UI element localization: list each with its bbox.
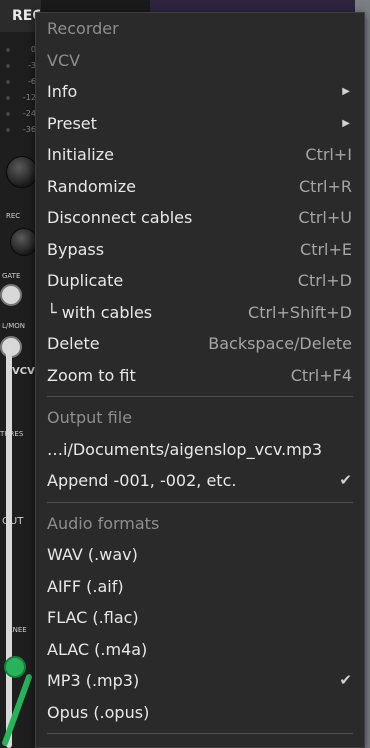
gate-label: GATE: [2, 272, 21, 280]
menu-item-zoom-to-fit[interactable]: Zoom to fit Ctrl+F4: [36, 360, 364, 392]
menu-item-label: Zoom to fit: [47, 365, 136, 385]
rec-label: REC: [6, 212, 21, 220]
vu-meter: 0 -3 -6 -12 -24 -36: [6, 42, 36, 138]
menu-item-label: WAV (.wav): [47, 545, 138, 564]
menu-item-duplicate[interactable]: Duplicate Ctrl+D: [36, 265, 364, 297]
menu-item-label: Disconnect cables: [47, 208, 193, 227]
audio-formats-header: Audio formats: [47, 513, 160, 533]
menu-item-bypass[interactable]: Bypass Ctrl+E: [36, 234, 364, 266]
menu-item-shortcut: Ctrl+F4: [290, 365, 352, 385]
menu-item-delete[interactable]: Delete Backspace/Delete: [36, 328, 364, 360]
output-path-label: …i/Documents/aigenslop_vcv.mp3: [47, 439, 323, 459]
menu-item-label: MP3 (.mp3): [47, 671, 140, 690]
menu-item-label: Preset: [47, 113, 97, 133]
menu-item-format-flac[interactable]: FLAC (.flac): [36, 602, 364, 634]
menu-item-shortcut: Ctrl+D: [297, 271, 352, 290]
output-jack[interactable]: [4, 656, 26, 678]
level-knob[interactable]: [6, 156, 38, 188]
module-title: REC: [0, 0, 40, 32]
menu-item-shortcut: Ctrl+Shift+D: [248, 302, 352, 322]
menu-item-output-path[interactable]: …i/Documents/aigenslop_vcv.mp3: [36, 434, 364, 466]
menu-item-label: Duplicate: [47, 271, 124, 290]
submenu-arrow-icon: ▶: [342, 117, 350, 129]
menu-item-initialize[interactable]: Initialize Ctrl+I: [36, 139, 364, 171]
menu-item-label: └ with cables: [47, 302, 153, 322]
menu-item-shortcut: Ctrl+E: [300, 239, 352, 259]
menu-item-preset[interactable]: Preset ▶: [36, 108, 364, 140]
menu-item-label: FLAC (.flac): [47, 608, 139, 627]
menu-item-label: Randomize: [47, 176, 136, 196]
menu-item-label: Opus (.opus): [47, 702, 150, 722]
checkmark-icon: ✔: [339, 471, 352, 489]
menu-item-format-alac[interactable]: ALAC (.m4a): [36, 634, 364, 666]
menu-item-format-opus[interactable]: Opus (.opus): [36, 697, 364, 729]
menu-separator: [47, 733, 353, 734]
menu-item-label: ALAC (.m4a): [47, 639, 148, 659]
checkmark-icon: ✔: [339, 671, 352, 689]
menu-item-append-suffix[interactable]: Append -001, -002, etc. ✔: [36, 465, 364, 497]
submenu-arrow-icon: ▶: [342, 86, 350, 97]
menu-item-shortcut: Backspace/Delete: [208, 334, 352, 353]
context-menu: Recorder VCV Info ▶ Preset ▶ Initialize …: [35, 12, 365, 748]
menu-item-label: Initialize: [47, 145, 114, 164]
menu-separator: [47, 501, 353, 503]
menu-item-duplicate-with-cables[interactable]: └ with cables Ctrl+Shift+D: [36, 297, 364, 329]
menu-brand: VCV: [47, 50, 81, 70]
menu-item-format-mp3[interactable]: MP3 (.mp3) ✔: [36, 665, 364, 697]
output-file-header: Output file: [47, 408, 133, 427]
menu-title: Recorder: [47, 19, 119, 38]
vcv-logo: VCV: [12, 366, 35, 377]
menu-item-shortcut: Ctrl+U: [298, 208, 352, 227]
menu-item-label: Info: [47, 82, 78, 101]
rec-button[interactable]: [10, 228, 38, 256]
menu-item-shortcut: Ctrl+R: [299, 176, 352, 196]
menu-item-info[interactable]: Info ▶: [36, 76, 364, 108]
menu-item-format-wav[interactable]: WAV (.wav): [36, 539, 364, 571]
menu-item-randomize[interactable]: Randomize Ctrl+R: [36, 171, 364, 203]
menu-item-label: AIFF (.aif): [47, 576, 124, 596]
menu-item-format-aiff[interactable]: AIFF (.aif): [36, 571, 364, 603]
menu-item-label: Append -001, -002, etc.: [47, 471, 237, 490]
menu-item-shortcut: Ctrl+I: [305, 145, 352, 164]
mon-label: L/MON: [2, 322, 26, 330]
gate-jack[interactable]: [0, 284, 22, 306]
white-cable[interactable]: [6, 344, 12, 748]
menu-item-label: Delete: [47, 334, 100, 353]
menu-item-label: Bypass: [47, 239, 105, 259]
menu-separator: [47, 396, 353, 397]
menu-item-disconnect-cables[interactable]: Disconnect cables Ctrl+U: [36, 202, 364, 234]
